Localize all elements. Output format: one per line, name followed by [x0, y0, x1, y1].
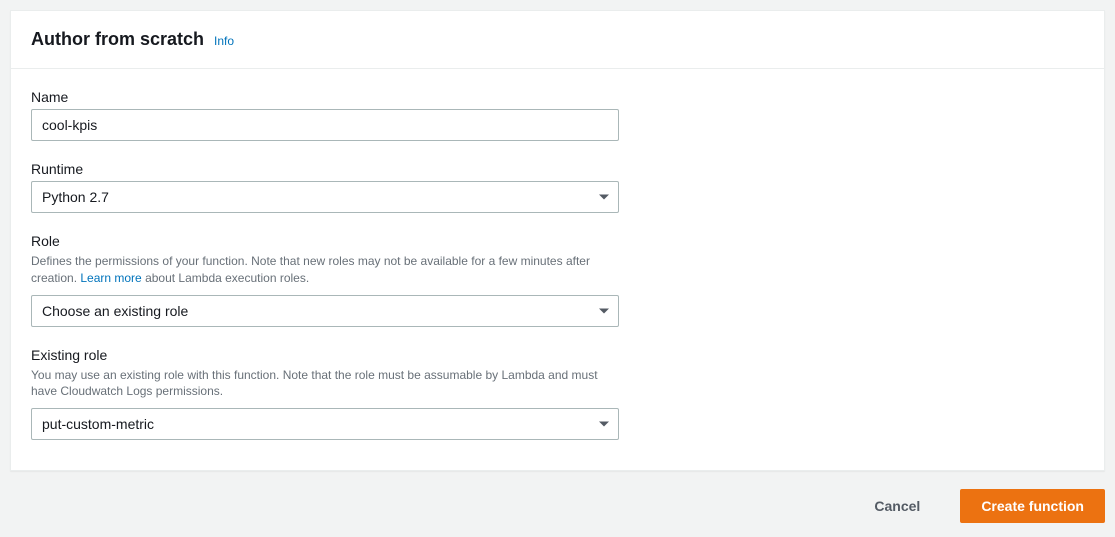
existing-role-group: Existing role You may use an existing ro… [31, 347, 619, 441]
cancel-button[interactable]: Cancel [854, 490, 940, 522]
create-function-button[interactable]: Create function [960, 489, 1105, 523]
runtime-group: Runtime Python 2.7 [31, 161, 619, 213]
learn-more-link[interactable]: Learn more [80, 271, 141, 285]
existing-role-select-wrap: put-custom-metric [31, 408, 619, 440]
name-input[interactable] [31, 109, 619, 141]
runtime-select[interactable]: Python 2.7 [31, 181, 619, 213]
info-link[interactable]: Info [214, 34, 234, 48]
runtime-label: Runtime [31, 161, 619, 177]
panel-title: Author from scratch [31, 29, 204, 50]
role-label: Role [31, 233, 619, 249]
existing-role-description: You may use an existing role with this f… [31, 367, 619, 401]
footer: Cancel Create function [10, 471, 1105, 527]
role-select[interactable]: Choose an existing role [31, 295, 619, 327]
name-group: Name [31, 89, 619, 141]
role-select-wrap: Choose an existing role [31, 295, 619, 327]
panel-body: Name Runtime Python 2.7 Role Defines the… [11, 69, 1104, 470]
role-description: Defines the permissions of your function… [31, 253, 619, 287]
role-group: Role Defines the permissions of your fun… [31, 233, 619, 327]
runtime-select-wrap: Python 2.7 [31, 181, 619, 213]
panel-header: Author from scratch Info [11, 11, 1104, 69]
existing-role-select[interactable]: put-custom-metric [31, 408, 619, 440]
role-description-post: about Lambda execution roles. [142, 271, 309, 285]
author-from-scratch-panel: Author from scratch Info Name Runtime Py… [10, 10, 1105, 471]
existing-role-label: Existing role [31, 347, 619, 363]
name-label: Name [31, 89, 619, 105]
